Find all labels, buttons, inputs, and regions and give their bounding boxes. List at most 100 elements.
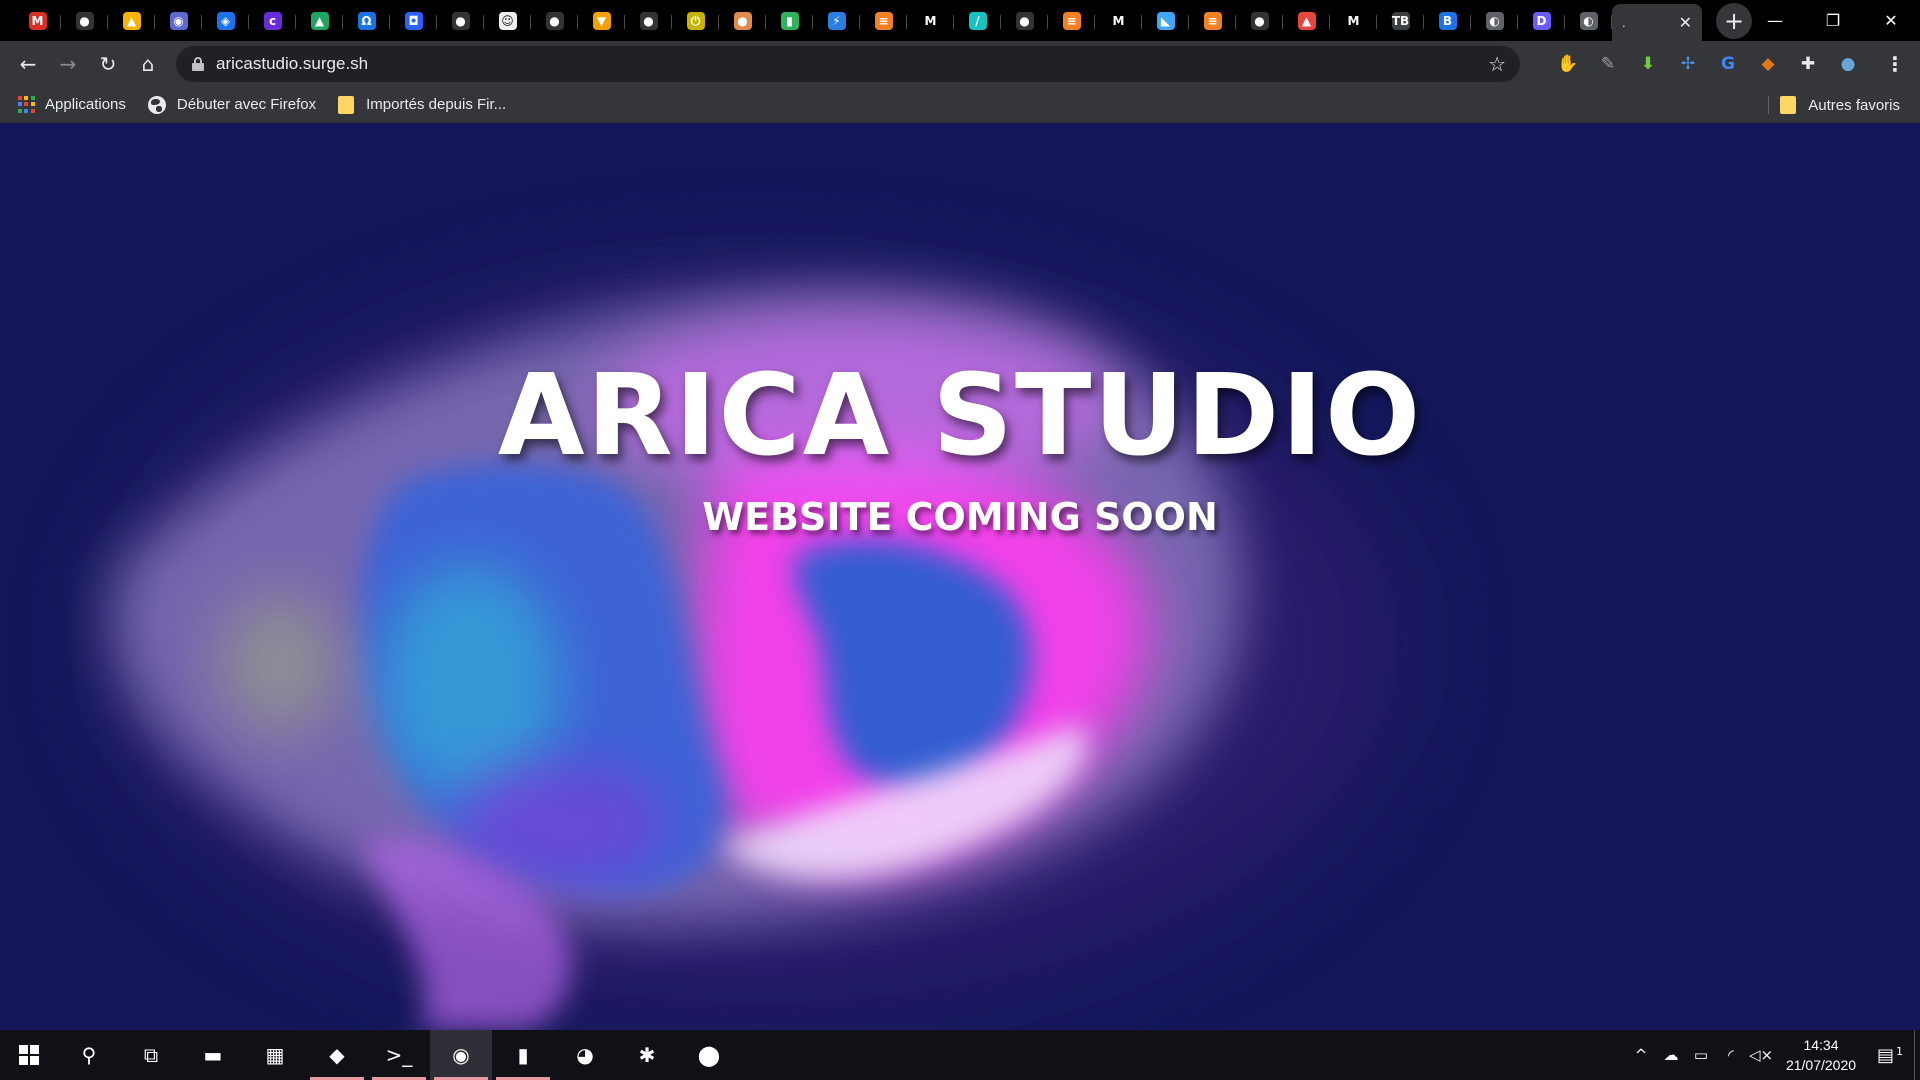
pinned-tab[interactable]: M	[1330, 6, 1377, 36]
pinned-tab[interactable]: ◐	[1471, 6, 1518, 36]
taskbar-app-button[interactable]: ◆	[306, 1030, 368, 1080]
show-hidden-icons-chevron-icon[interactable]: ^	[1626, 1046, 1656, 1064]
pinned-tab[interactable]: ≡	[1189, 6, 1236, 36]
taskbar-app-button[interactable]: ▬	[182, 1030, 244, 1080]
maximize-button[interactable]: ❐	[1804, 0, 1862, 41]
taskbar-app-button[interactable]: >_	[368, 1030, 430, 1080]
pinned-tab[interactable]: ▮	[766, 6, 813, 36]
extension-button[interactable]: G	[1708, 46, 1748, 82]
pinned-tab[interactable]: /	[954, 6, 1001, 36]
active-tab-title: .	[1622, 15, 1626, 30]
browser-menu-button[interactable]: ⋮	[1880, 46, 1910, 82]
browser-toolbar: ← → ↻ ⌂ aricastudio.surge.sh ☆ ✋ ✎ ⬇ ✢ G ◆ ✚ ● …	[0, 41, 1920, 87]
pinned-tab[interactable]: ≡	[860, 6, 907, 36]
pinned-tab[interactable]: ◣	[1142, 6, 1189, 36]
medium-icon: M	[921, 11, 940, 30]
forward-button[interactable]: →	[48, 44, 88, 84]
taskbar-app-button[interactable]: ⧉	[120, 1030, 182, 1080]
bookmark-label: Importés depuis Fir...	[366, 96, 507, 113]
taskbar-app-button[interactable]: ◉	[430, 1030, 492, 1080]
bookmark-debuter-firefox[interactable]: Débuter avec Firefox	[147, 90, 316, 120]
extension-button[interactable]: ⬇	[1628, 46, 1668, 82]
pinned-tab[interactable]: B	[1424, 6, 1471, 36]
pinned-tab[interactable]: M	[907, 6, 954, 36]
pinned-tab[interactable]: ●	[719, 6, 766, 36]
pinned-tab[interactable]: ▲	[296, 6, 343, 36]
close-tab-icon[interactable]: ✕	[1679, 13, 1692, 32]
taskbar-apps: ⚲ ⧉ ▬ ▦ ◆ >_ ◉ ▮ ◕ ✱ ⬤	[58, 1030, 740, 1080]
pinned-tab[interactable]: ●	[531, 6, 578, 36]
active-tab[interactable]: . ✕	[1612, 4, 1702, 41]
action-center-button[interactable]: ▤ 1	[1866, 1045, 1914, 1066]
google-drive-icon: ▲	[310, 11, 329, 30]
pinned-tab[interactable]: ◘	[390, 6, 437, 36]
pinned-tab[interactable]: M	[14, 6, 61, 36]
pinned-tab[interactable]: ◈	[202, 6, 249, 36]
github-icon: ●	[1015, 11, 1034, 30]
pinned-tab[interactable]: ≡	[1048, 6, 1095, 36]
show-desktop-button[interactable]	[1914, 1030, 1920, 1080]
volume-muted-icon[interactable]: ◁×	[1746, 1046, 1776, 1064]
pinned-tab[interactable]: D	[1518, 6, 1565, 36]
close-window-button[interactable]: ✕	[1862, 0, 1920, 41]
bookmark-star-icon[interactable]: ☆	[1488, 52, 1506, 76]
pinned-tab[interactable]: ◐	[1565, 6, 1612, 36]
pinned-tab[interactable]: ●	[61, 6, 108, 36]
taskbar-app-button[interactable]: ▦	[244, 1030, 306, 1080]
pinned-tab[interactable]: M	[1095, 6, 1142, 36]
bookmark-applications[interactable]: Applications	[18, 90, 126, 120]
page-title: ARICA STUDIO	[497, 351, 1423, 481]
robot-icon: ◘	[404, 11, 423, 30]
extension-button[interactable]: ✚	[1788, 46, 1828, 82]
extension-button[interactable]: ●	[1828, 46, 1868, 82]
pinned-tab[interactable]: ⏻	[672, 6, 719, 36]
power-icon: ⏻	[686, 11, 705, 30]
clock[interactable]: 14:34 21/07/2020	[1776, 1035, 1866, 1075]
pinned-tab[interactable]: ▼	[578, 6, 625, 36]
pinned-tab[interactable]: c	[249, 6, 296, 36]
github-icon: ●	[1250, 11, 1269, 30]
lightning-icon: ⚡	[827, 11, 846, 30]
bookmark-folder-imported[interactable]: Importés depuis Fir...	[338, 90, 506, 120]
pinned-tab[interactable]: ◉	[155, 6, 202, 36]
pinned-tab[interactable]: ●	[1236, 6, 1283, 36]
battery-icon[interactable]: ▭	[1686, 1046, 1716, 1064]
lock-icon[interactable]	[192, 57, 204, 71]
back-button[interactable]: ←	[8, 44, 48, 84]
github-icon: ●	[639, 11, 658, 30]
pinned-tab[interactable]: ⚡	[813, 6, 860, 36]
extension-button[interactable]: ✢	[1668, 46, 1708, 82]
start-button[interactable]	[0, 1030, 58, 1080]
onedrive-cloud-icon[interactable]: ☁	[1656, 1046, 1686, 1064]
address-bar[interactable]: aricastudio.surge.sh ☆	[176, 46, 1520, 82]
pinned-tab[interactable]: TB	[1377, 6, 1424, 36]
home-button[interactable]: ⌂	[128, 44, 168, 84]
url-text[interactable]: aricastudio.surge.sh	[216, 54, 368, 74]
taskbar-app-button[interactable]: ▮	[492, 1030, 554, 1080]
pinned-tab[interactable]: ▲	[1283, 6, 1330, 36]
pinned-tab[interactable]: ●	[1001, 6, 1048, 36]
pinned-tab[interactable]: Ω	[343, 6, 390, 36]
taskbar-app-button[interactable]: ✱	[616, 1030, 678, 1080]
taskbar-app-button[interactable]: ◕	[554, 1030, 616, 1080]
extension-button[interactable]: ◆	[1748, 46, 1788, 82]
pinned-tab[interactable]: ☺	[484, 6, 531, 36]
bookmark-label: Autres favoris	[1808, 96, 1900, 114]
apps-grid-icon	[18, 96, 35, 113]
bookmark-folder-others[interactable]: Autres favoris	[1780, 90, 1900, 120]
minimize-button[interactable]: —	[1746, 0, 1804, 41]
github-icon: ●	[545, 11, 564, 30]
tor-icon: ◉	[169, 11, 188, 30]
extension-button[interactable]: ✎	[1588, 46, 1628, 82]
discord-icon: ◕	[576, 1043, 594, 1067]
wifi-icon[interactable]: ◜	[1716, 1046, 1746, 1064]
extension-button[interactable]: ✋	[1548, 46, 1588, 82]
pinned-tab[interactable]: ▲	[108, 6, 155, 36]
reload-button[interactable]: ↻	[88, 44, 128, 84]
stackoverflow-icon: ≡	[1203, 11, 1222, 30]
taskbar-app-button[interactable]: ⬤	[678, 1030, 740, 1080]
page-subtitle: WEBSITE COMING SOON	[702, 495, 1218, 539]
pinned-tab[interactable]: ●	[437, 6, 484, 36]
pinned-tab[interactable]: ●	[625, 6, 672, 36]
taskbar-app-button[interactable]: ⚲	[58, 1030, 120, 1080]
